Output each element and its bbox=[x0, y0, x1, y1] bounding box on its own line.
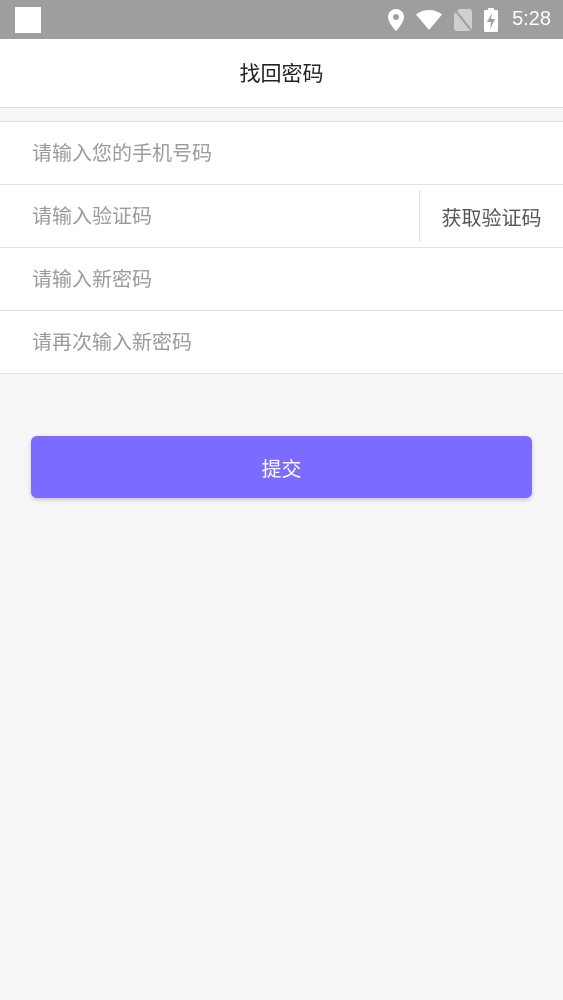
location-icon bbox=[388, 8, 405, 31]
battery-charging-icon bbox=[484, 7, 499, 32]
page-title: 找回密码 bbox=[239, 62, 324, 86]
new-password-input[interactable] bbox=[0, 248, 563, 310]
verification-code-input[interactable] bbox=[0, 185, 419, 247]
confirm-password-row bbox=[0, 311, 563, 373]
phone-row bbox=[0, 122, 563, 185]
new-password-row bbox=[0, 248, 563, 311]
wifi-icon bbox=[416, 9, 443, 30]
no-sim-icon bbox=[454, 8, 473, 31]
get-code-button[interactable]: 获取验证码 bbox=[420, 185, 563, 247]
code-row: 获取验证码 bbox=[0, 185, 563, 248]
reset-password-form: 获取验证码 bbox=[0, 121, 563, 374]
notification-square-icon bbox=[15, 7, 41, 33]
status-bar: 5:28 bbox=[0, 0, 563, 39]
status-time: 5:28 bbox=[512, 8, 551, 30]
phone-input[interactable] bbox=[0, 122, 563, 184]
submit-button[interactable]: 提交 bbox=[31, 436, 532, 498]
status-icons: 5:28 bbox=[388, 0, 551, 39]
confirm-password-input[interactable] bbox=[0, 311, 563, 373]
app-bar: 找回密码 bbox=[0, 39, 563, 108]
